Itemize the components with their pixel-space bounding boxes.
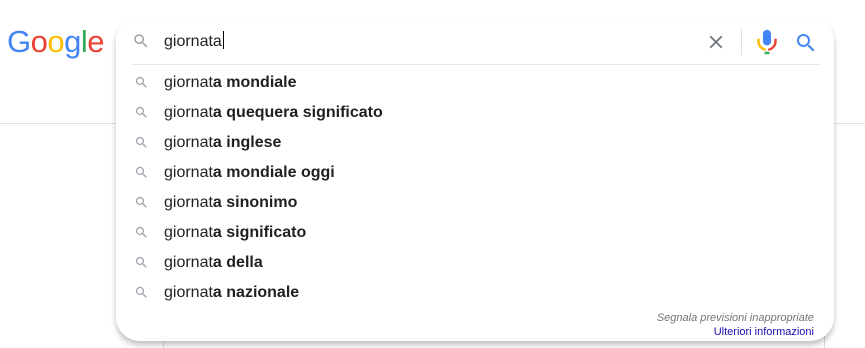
suggestion-completion: a mondiale bbox=[212, 74, 297, 91]
suggestion-prefix: giornat bbox=[164, 224, 213, 241]
logo-letter: g bbox=[64, 24, 81, 59]
suggestion-completion: a quequera significato bbox=[212, 104, 383, 121]
suggestion-completion: a della bbox=[212, 254, 263, 271]
suggestion-text: giornata mondiale bbox=[164, 73, 297, 93]
search-input-row: giornata bbox=[117, 18, 833, 64]
search-icon bbox=[135, 226, 147, 238]
search-results-page: Google giornata giornata mondiale giorna… bbox=[0, 0, 865, 348]
microphone-icon[interactable] bbox=[757, 29, 777, 55]
suggestion-item[interactable]: giornata della bbox=[117, 248, 833, 278]
suggestions-footer: Segnala previsioni inappropriate Ulterio… bbox=[657, 311, 814, 339]
divider bbox=[741, 29, 742, 55]
logo-letter: o bbox=[30, 24, 48, 59]
suggestion-text: giornata quequera significato bbox=[164, 103, 383, 123]
more-info-link[interactable]: Ulteriori informazioni bbox=[657, 325, 814, 339]
search-icon bbox=[135, 196, 147, 208]
search-icon bbox=[135, 256, 147, 268]
suggestions-divider bbox=[131, 64, 821, 65]
search-icon bbox=[135, 136, 147, 148]
suggestion-item[interactable]: giornata nazionale bbox=[117, 278, 833, 308]
close-icon[interactable] bbox=[705, 31, 727, 53]
suggestions-list: giornata mondiale giornata quequera sign… bbox=[117, 68, 833, 308]
search-box-with-suggestions: giornata giornata mondiale giornata queq… bbox=[116, 17, 834, 341]
search-submit-icon[interactable] bbox=[794, 31, 818, 55]
search-icon bbox=[135, 106, 147, 118]
suggestion-text: giornata nazionale bbox=[164, 283, 299, 303]
logo-letter: G bbox=[7, 24, 31, 59]
suggestion-prefix: giornat bbox=[164, 254, 213, 271]
search-input[interactable]: giornata bbox=[164, 31, 224, 52]
logo-letter: e bbox=[87, 24, 105, 59]
suggestion-completion: a inglese bbox=[212, 134, 282, 151]
suggestion-text: giornata significato bbox=[164, 223, 306, 243]
suggestion-item[interactable]: giornata quequera significato bbox=[117, 98, 833, 128]
suggestion-prefix: giornat bbox=[164, 74, 213, 91]
suggestion-item[interactable]: giornata inglese bbox=[117, 128, 833, 158]
suggestion-item[interactable]: giornata mondiale bbox=[117, 68, 833, 98]
suggestion-completion: a nazionale bbox=[212, 284, 300, 301]
search-query-text: giornata bbox=[164, 33, 222, 50]
search-icon bbox=[134, 34, 148, 48]
suggestion-text: giornata inglese bbox=[164, 133, 281, 153]
suggestion-prefix: giornat bbox=[164, 284, 213, 301]
suggestion-text: giornata della bbox=[164, 253, 263, 273]
search-icon bbox=[135, 286, 147, 298]
suggestion-prefix: giornat bbox=[164, 104, 213, 121]
search-icon bbox=[135, 76, 147, 88]
suggestion-completion: a significato bbox=[212, 224, 307, 241]
suggestion-completion: a sinonimo bbox=[212, 194, 298, 211]
suggestion-prefix: giornat bbox=[164, 164, 213, 181]
suggestion-item[interactable]: giornata mondiale oggi bbox=[117, 158, 833, 188]
search-icon bbox=[135, 166, 147, 178]
report-predictions-link[interactable]: Segnala previsioni inappropriate bbox=[657, 311, 814, 325]
suggestion-item[interactable]: giornata significato bbox=[117, 218, 833, 248]
suggestion-item[interactable]: giornata sinonimo bbox=[117, 188, 833, 218]
suggestion-prefix: giornat bbox=[164, 194, 213, 211]
text-caret bbox=[222, 31, 224, 49]
suggestion-text: giornata mondiale oggi bbox=[164, 163, 335, 183]
logo-letter: o bbox=[47, 24, 65, 59]
google-logo[interactable]: Google bbox=[7, 22, 105, 62]
suggestion-completion: a mondiale oggi bbox=[212, 164, 335, 181]
suggestion-text: giornata sinonimo bbox=[164, 193, 297, 213]
suggestion-prefix: giornat bbox=[164, 134, 213, 151]
